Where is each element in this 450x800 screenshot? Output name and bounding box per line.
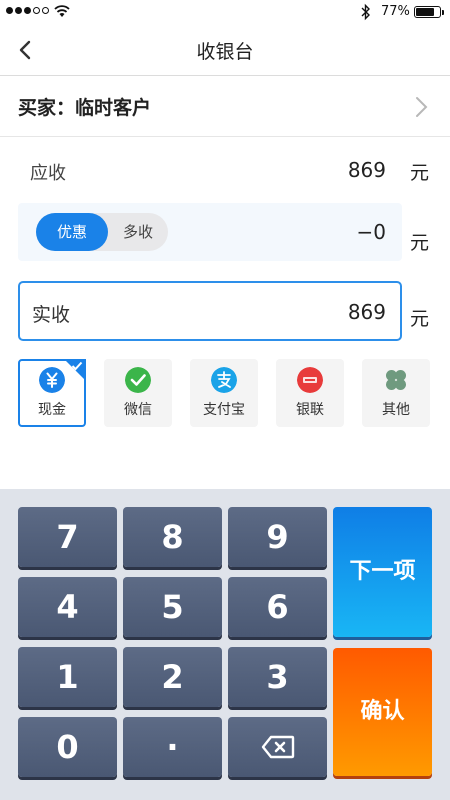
checkmark-icon [71, 361, 83, 371]
nav-bar: 收银台 [0, 24, 450, 76]
page-title: 收银台 [196, 41, 254, 63]
numeric-keypad: 7 8 9 4 5 6 1 2 3 0 · 下一项 确认 [0, 489, 450, 800]
cash-icon [39, 367, 65, 393]
receivable-label: 应收 [30, 163, 66, 184]
pay-method-label: 现金 [38, 402, 66, 418]
key-4[interactable]: 4 [18, 577, 117, 637]
key-5[interactable]: 5 [123, 577, 222, 637]
pay-method-unionpay[interactable]: 银联 [276, 359, 344, 427]
key-dot[interactable]: · [123, 717, 222, 777]
key-0[interactable]: 0 [18, 717, 117, 777]
buyer-label: 买家：临时客户 [18, 97, 152, 119]
key-delete[interactable] [228, 717, 327, 777]
backspace-icon [261, 735, 295, 759]
chevron-right-icon [416, 97, 428, 117]
unionpay-icon [297, 367, 323, 393]
next-button[interactable]: 下一项 [333, 507, 432, 637]
pay-method-wechat[interactable]: 微信 [104, 359, 172, 427]
key-6[interactable]: 6 [228, 577, 327, 637]
key-2[interactable]: 2 [123, 647, 222, 707]
wifi-icon [54, 5, 70, 17]
key-1[interactable]: 1 [18, 647, 117, 707]
other-icon [386, 370, 406, 390]
discount-toggle: 优惠 多收 [36, 213, 168, 251]
surcharge-toggle-off[interactable]: 多收 [108, 213, 168, 251]
status-bar: 77% [0, 0, 450, 24]
pay-method-cash[interactable]: 现金 [18, 359, 86, 427]
battery-nub [442, 10, 444, 15]
key-9[interactable]: 9 [228, 507, 327, 567]
key-8[interactable]: 8 [123, 507, 222, 567]
pay-method-label: 其他 [382, 402, 410, 418]
actual-label: 实收 [32, 304, 71, 326]
discount-toggle-on[interactable]: 优惠 [36, 213, 108, 251]
battery-percent: 77% [381, 4, 410, 19]
pay-method-alipay[interactable]: 支付宝 [190, 359, 258, 427]
pay-method-label: 支付宝 [203, 402, 245, 418]
battery-icon [414, 6, 441, 18]
buyer-row[interactable]: 买家：临时客户 [0, 77, 450, 137]
receivable-unit: 元 [410, 162, 430, 184]
actual-amount-field[interactable]: 实收 869 [18, 281, 402, 341]
wechat-icon [125, 367, 151, 393]
actual-amount: 869 [347, 300, 386, 324]
pay-method-label: 银联 [296, 402, 324, 418]
actual-unit: 元 [410, 308, 430, 330]
bluetooth-icon [361, 3, 370, 21]
alipay-icon [211, 367, 237, 393]
pay-method-other[interactable]: 其他 [362, 359, 430, 427]
key-7[interactable]: 7 [18, 507, 117, 567]
confirm-button[interactable]: 确认 [333, 648, 432, 776]
discount-amount[interactable]: −0 [357, 220, 386, 244]
discount-panel: 优惠 多收 −0 [18, 203, 402, 261]
receivable-amount: 869 [347, 158, 386, 182]
key-3[interactable]: 3 [228, 647, 327, 707]
pay-method-label: 微信 [124, 402, 152, 418]
discount-unit: 元 [410, 232, 430, 254]
signal-strength-icon [6, 7, 49, 14]
